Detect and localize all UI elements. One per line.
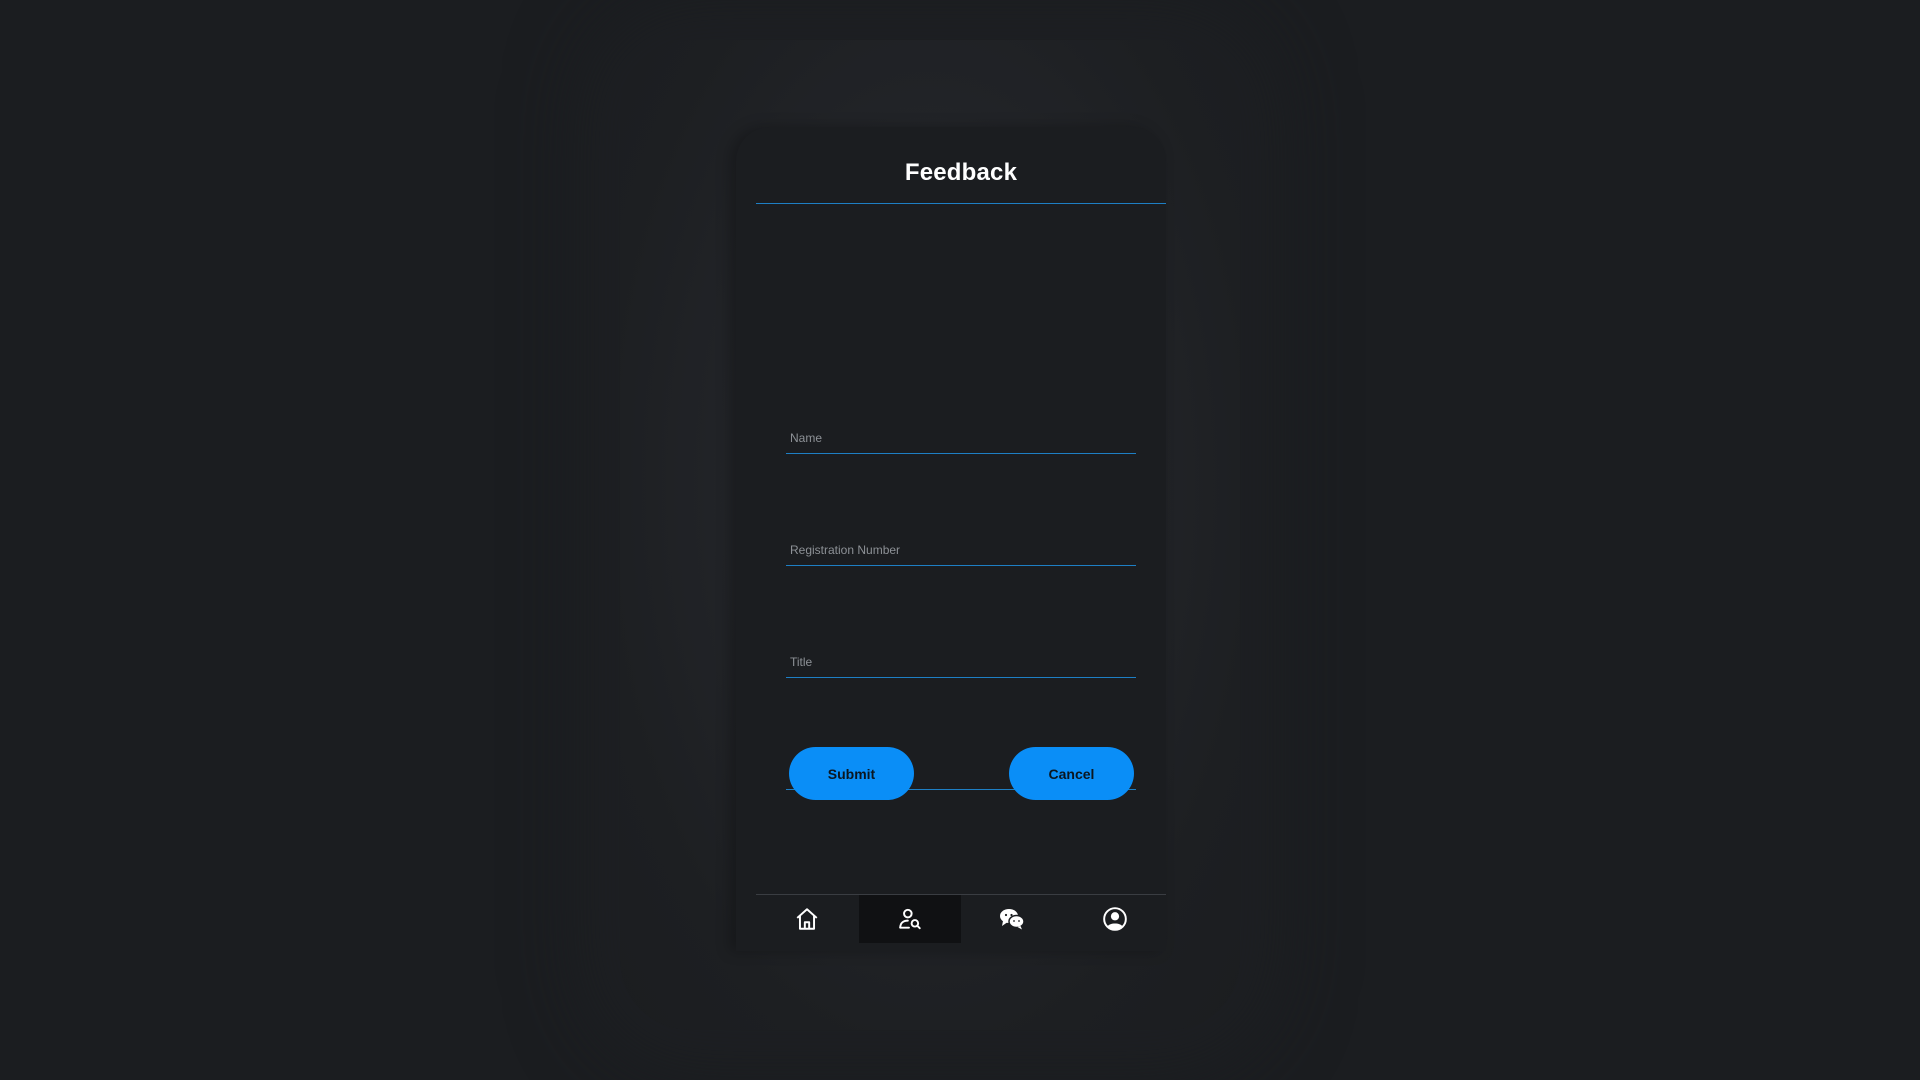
- stage: Feedback Submit Cancel: [0, 0, 1920, 1080]
- bottom-navbar: [756, 894, 1166, 951]
- home-icon: [796, 908, 818, 930]
- account-icon: [1102, 907, 1127, 931]
- cancel-label: Cancel: [1048, 765, 1095, 782]
- nav-item-account[interactable]: [1064, 895, 1167, 943]
- phone-screen: Feedback Submit Cancel: [736, 127, 1166, 951]
- submit-button[interactable]: Submit: [789, 747, 914, 800]
- registration-number-field[interactable]: [786, 525, 1136, 566]
- title-field[interactable]: [786, 637, 1136, 678]
- name-field[interactable]: [786, 413, 1136, 454]
- nav-item-chat[interactable]: [961, 895, 1064, 943]
- cancel-button[interactable]: Cancel: [1009, 747, 1134, 800]
- submit-label: Submit: [827, 765, 876, 782]
- nav-item-user-search[interactable]: [858, 895, 961, 943]
- user-search-icon: [899, 908, 921, 930]
- name-input[interactable]: [786, 431, 1136, 445]
- header: Feedback: [756, 127, 1166, 204]
- title-input[interactable]: [786, 655, 1136, 669]
- registration-number-input[interactable]: [786, 543, 1136, 557]
- chat-icon: [1000, 909, 1025, 930]
- page-title: Feedback: [904, 159, 1018, 186]
- nav-item-home[interactable]: [756, 895, 859, 943]
